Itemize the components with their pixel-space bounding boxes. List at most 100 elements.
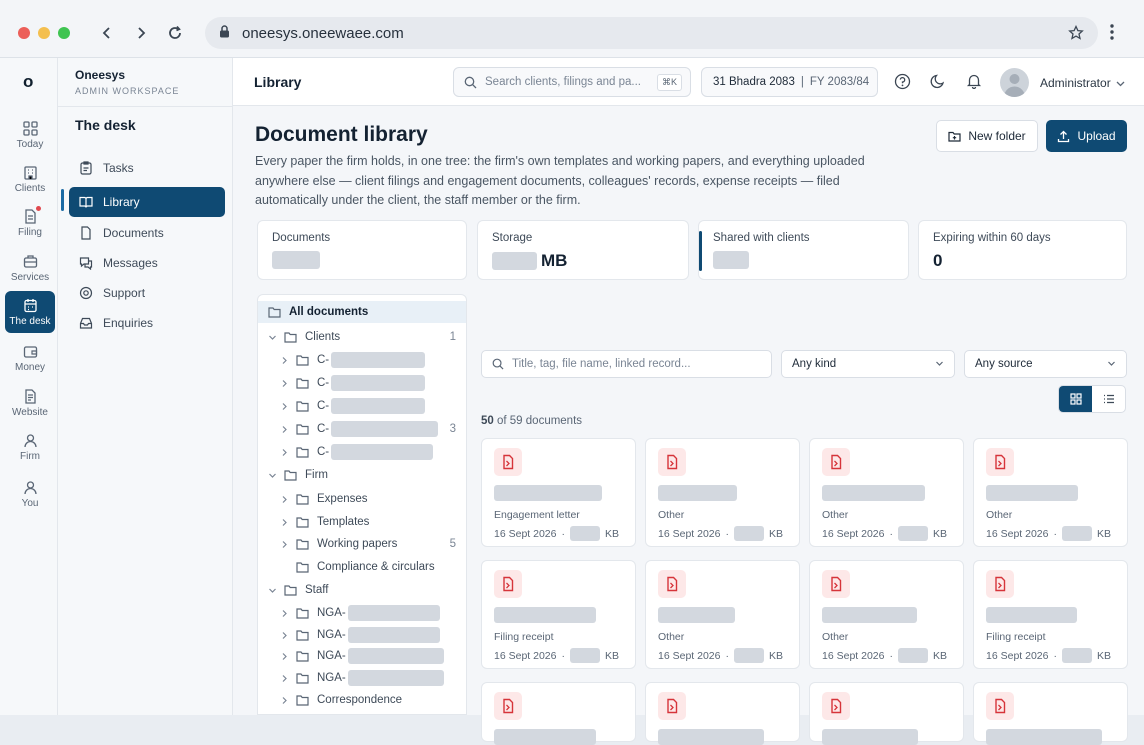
meta-dot: · [889,527,893,540]
rail-item-today[interactable]: Today [5,114,55,156]
document-card[interactable]: Engagement letter 16 Sept 2026 · KB [481,438,636,547]
tree-client[interactable]: C- [258,441,466,463]
maximize-window-button[interactable] [58,27,70,39]
tree-correspondence[interactable]: Correspondence [258,689,466,711]
close-window-button[interactable] [18,27,30,39]
chevron-down-icon[interactable] [268,333,278,342]
rail-label: You [21,497,39,509]
document-card[interactable]: Filing receipt 16 Sept 2026 · KB [481,560,636,669]
sidebar-item-library[interactable]: Library [69,187,225,217]
minimize-window-button[interactable] [38,27,50,39]
rail-item-website[interactable]: Website [5,382,55,424]
browser-menu-icon[interactable] [1110,24,1114,43]
bell-icon[interactable] [966,73,982,92]
url-text: oneesys.oneewaee.com [242,24,404,42]
chevron-right-icon[interactable] [280,631,290,640]
app-logo[interactable]: o [23,72,33,92]
chevron-down-icon[interactable] [1116,77,1125,91]
sidebar-item-messages[interactable]: Messages [69,248,225,278]
top-header: Library Search clients, filings and pa..… [233,58,1144,106]
document-card[interactable]: Other 16 Sept 2026 · KB [809,560,964,669]
tree-firm[interactable]: Firm [258,464,466,486]
redacted-title [494,607,596,623]
tree-working-papers[interactable]: Working papers 5 [258,533,466,555]
document-card[interactable] [809,682,964,745]
bookmark-star-icon[interactable] [1068,24,1084,44]
pdf-file-icon [658,570,686,598]
chevron-down-icon[interactable] [268,586,278,595]
tree-client[interactable]: C- [258,372,466,394]
tree-all-documents[interactable]: All documents [258,301,466,323]
tree-templates[interactable]: Templates [258,511,466,533]
chevron-right-icon[interactable] [280,425,290,434]
sidebar-item-documents[interactable]: Documents [69,218,225,248]
tree-client[interactable]: C- [258,349,466,371]
document-card[interactable] [973,682,1128,745]
tree-staff-member[interactable]: NGA- [258,602,466,624]
upload-button[interactable]: Upload [1046,120,1127,152]
redacted-name [331,421,439,437]
chevron-right-icon[interactable] [280,540,290,549]
chevron-down-icon[interactable] [268,471,278,480]
chevron-right-icon[interactable] [280,518,290,527]
chevron-right-icon[interactable] [280,652,290,661]
fiscal-year: FY 2083/84 [809,76,870,88]
chevron-right-icon[interactable] [280,379,290,388]
help-icon[interactable] [894,73,911,93]
chevron-right-icon[interactable] [280,674,290,683]
tree-staff-member[interactable]: NGA- [258,667,466,689]
tree-client[interactable]: C- [258,395,466,417]
back-icon[interactable] [96,22,118,44]
document-search-input[interactable]: Title, tag, file name, linked record... [481,350,772,378]
sidebar-item-tasks[interactable]: Tasks [69,153,225,183]
document-card[interactable]: Other 16 Sept 2026 · KB [645,438,800,547]
new-folder-button[interactable]: New folder [936,120,1038,152]
tree-label: C- [317,354,330,366]
chevron-right-icon[interactable] [280,448,290,457]
forward-icon[interactable] [130,22,152,44]
kind-select[interactable]: Any kind [781,350,955,378]
size-unit: KB [932,649,947,662]
chevron-right-icon[interactable] [280,609,290,618]
chevron-right-icon[interactable] [280,402,290,411]
tree-staff-member[interactable]: NGA- [258,624,466,646]
tree-staff-member[interactable]: NGA- [258,645,466,667]
tree-expenses[interactable]: Expenses [258,488,466,510]
global-search-input[interactable]: Search clients, filings and pa... ⌘K [453,67,691,97]
reload-icon[interactable] [164,22,186,44]
tree-clients[interactable]: Clients 1 [258,326,466,348]
date-chip[interactable]: 31 Bhadra 2083 | FY 2083/84 [701,67,878,97]
source-select[interactable]: Any source [964,350,1127,378]
stat-value: MB [492,251,567,271]
chevron-right-icon[interactable] [280,495,290,504]
chevron-right-icon[interactable] [280,696,290,705]
stat-storage: Storage MB [477,220,689,280]
moon-icon[interactable] [930,73,946,92]
list-view-button[interactable] [1092,386,1125,412]
chevron-right-icon[interactable] [280,356,290,365]
rail-item-the-desk[interactable]: The desk [5,291,55,333]
document-card[interactable]: Other 16 Sept 2026 · KB [809,438,964,547]
document-card[interactable]: Filing receipt 16 Sept 2026 · KB [973,560,1128,669]
rail-item-filing[interactable]: Filing [5,202,55,244]
avatar[interactable] [1000,68,1029,97]
rail-item-money[interactable]: Money [5,337,55,379]
sidebar-item-support[interactable]: Support [69,278,225,308]
tree-client[interactable]: C- 3 [258,418,466,440]
document-card[interactable]: Other 16 Sept 2026 · KB [645,560,800,669]
sidebar-item-enquiries[interactable]: Enquiries [69,308,225,338]
rail-item-services[interactable]: Services [5,247,55,289]
rail-item-firm[interactable]: Firm [5,426,55,468]
document-card[interactable] [645,682,800,745]
pdf-file-icon [494,448,522,476]
document-card[interactable] [481,682,636,745]
user-name[interactable]: Administrator [1040,76,1111,90]
rail-item-you[interactable]: You [5,473,55,515]
address-bar[interactable]: oneesys.oneewaee.com [205,17,1098,49]
document-card[interactable]: Other 16 Sept 2026 · KB [973,438,1128,547]
tree-staff[interactable]: Staff [258,579,466,601]
tree-compliance[interactable]: Compliance & circulars [258,556,466,578]
folder-icon [296,672,309,684]
rail-item-clients[interactable]: Clients [5,158,55,200]
grid-view-button[interactable] [1059,386,1092,412]
